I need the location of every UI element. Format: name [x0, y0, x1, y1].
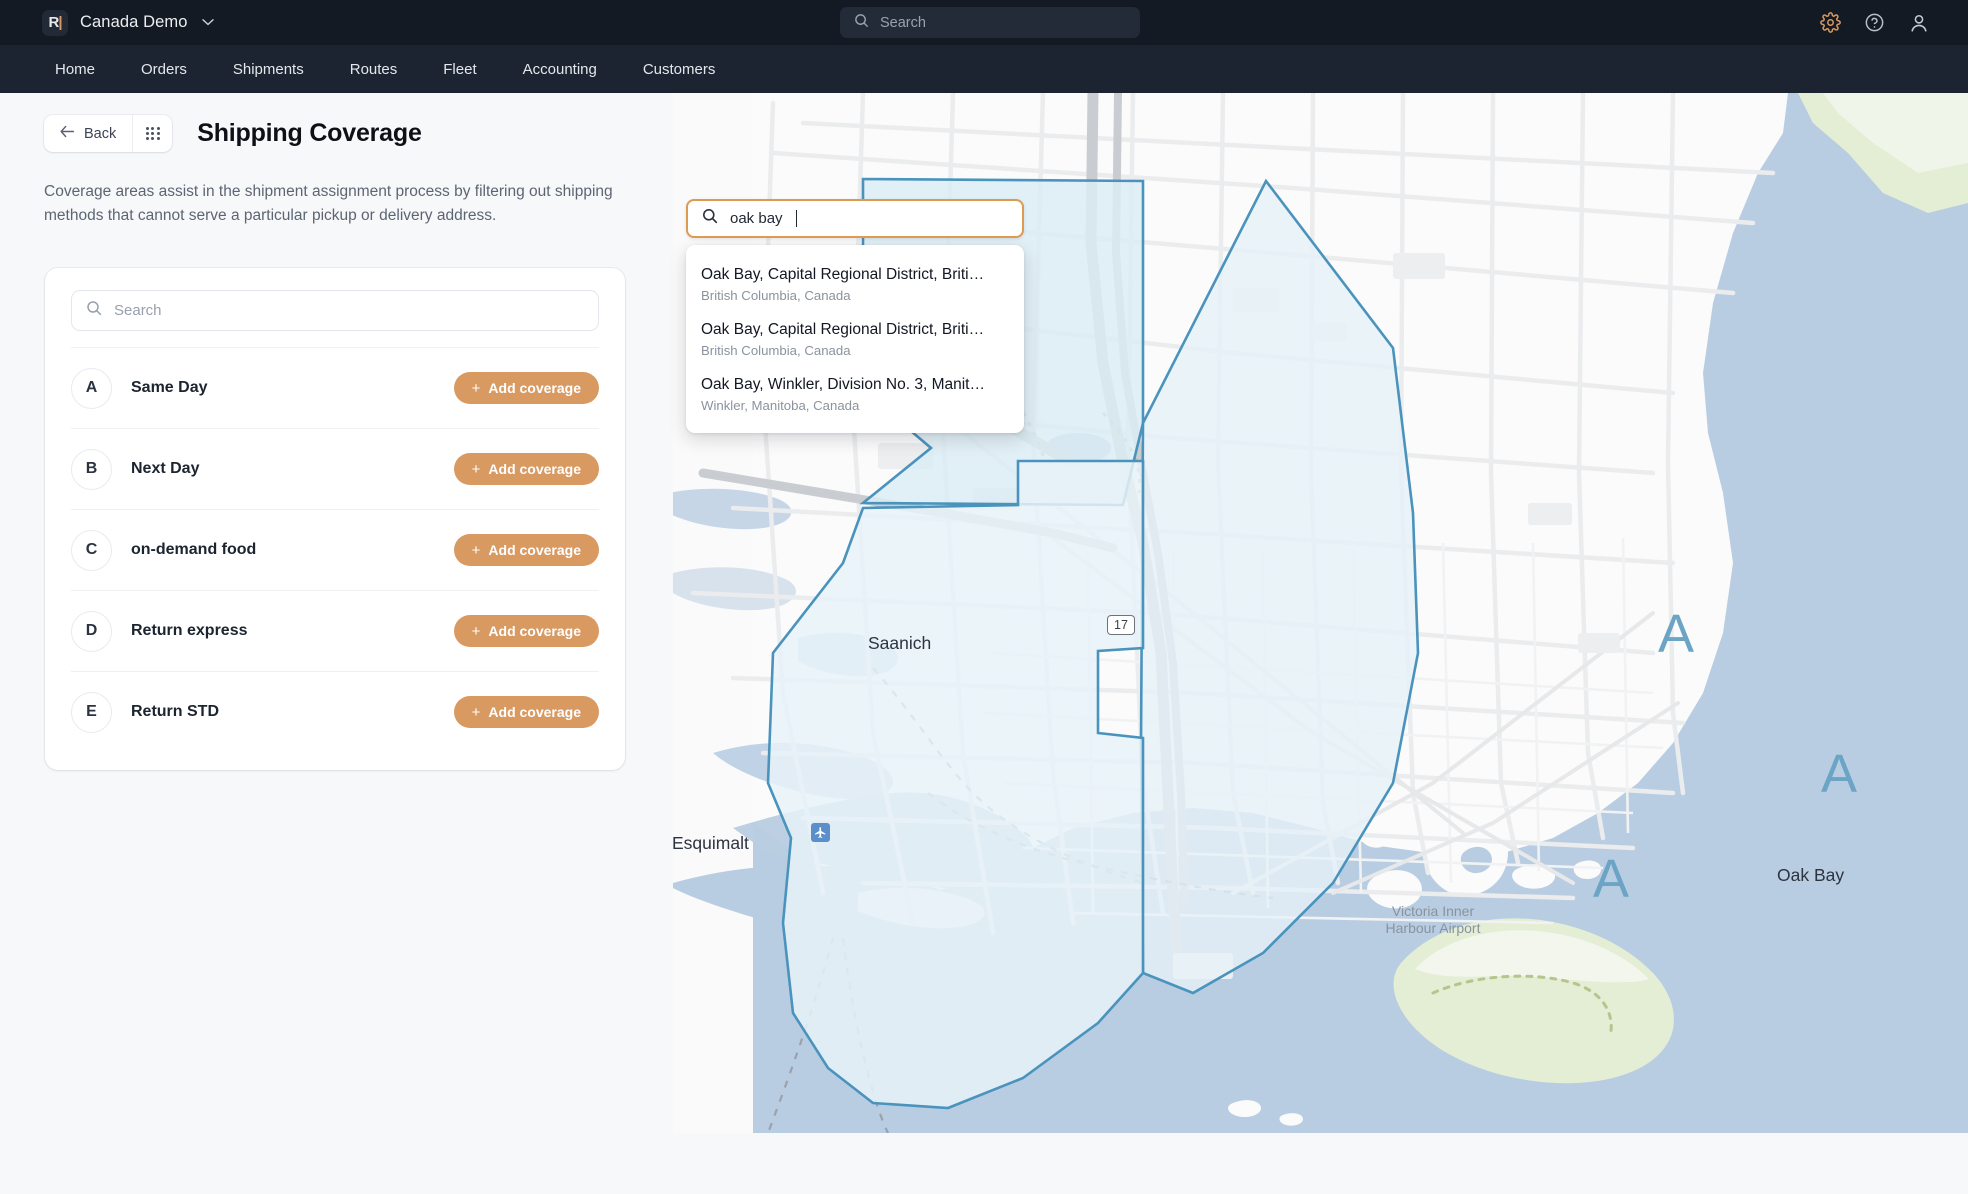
add-coverage-button[interactable]: + Add coverage	[454, 696, 599, 728]
table-row: A Same Day + Add coverage	[71, 347, 599, 428]
gear-icon[interactable]	[1820, 12, 1841, 33]
user-icon[interactable]	[1908, 12, 1930, 34]
help-icon[interactable]	[1864, 12, 1885, 33]
add-coverage-button[interactable]: + Add coverage	[454, 615, 599, 647]
row-label: Return express	[131, 622, 454, 640]
table-row: C on-demand food + Add coverage	[71, 509, 599, 590]
plus-icon: +	[472, 381, 481, 396]
table-row: B Next Day + Add coverage	[71, 428, 599, 509]
plus-icon: +	[472, 543, 481, 558]
search-result-item[interactable]: Oak Bay, Capital Regional District, Brit…	[686, 257, 1024, 312]
methods-search-input[interactable]: Search	[71, 290, 599, 331]
search-icon	[702, 208, 718, 229]
search-result-title: Oak Bay, Winkler, Division No. 3, Manit…	[701, 376, 1009, 394]
row-badge: E	[71, 692, 112, 733]
arrow-left-icon	[60, 125, 75, 142]
left-panel: Back Shipping Coverage Coverage areas as…	[0, 93, 673, 1194]
add-coverage-label: Add coverage	[488, 461, 581, 477]
nav-item-orders[interactable]: Orders	[118, 45, 210, 93]
plus-icon: +	[472, 462, 481, 477]
row-label: Next Day	[131, 460, 454, 478]
grid-icon	[146, 127, 160, 141]
map-search-results: Oak Bay, Capital Regional District, Brit…	[686, 245, 1024, 433]
row-badge: D	[71, 611, 112, 652]
search-icon	[854, 13, 869, 33]
apps-grid-button[interactable]	[132, 115, 172, 152]
nav-item-routes[interactable]: Routes	[327, 45, 421, 93]
shipping-methods-card: Search A Same Day + Add coverage B Next …	[45, 268, 625, 770]
search-result-subtitle: Winkler, Manitoba, Canada	[701, 398, 1009, 413]
add-coverage-label: Add coverage	[488, 704, 581, 720]
search-result-subtitle: British Columbia, Canada	[701, 343, 1009, 358]
row-label: Return STD	[131, 703, 454, 721]
add-coverage-button[interactable]: + Add coverage	[454, 534, 599, 566]
nav-item-shipments[interactable]: Shipments	[210, 45, 327, 93]
top-bar: R| Canada Demo Search	[0, 0, 1968, 45]
search-result-item[interactable]: Oak Bay, Capital Regional District, Brit…	[686, 312, 1024, 367]
search-result-subtitle: British Columbia, Canada	[701, 288, 1009, 303]
back-button-label: Back	[84, 126, 116, 142]
nav-item-fleet[interactable]: Fleet	[420, 45, 499, 93]
page-body: Back Shipping Coverage Coverage areas as…	[0, 93, 1968, 1194]
table-row: E Return STD + Add coverage	[71, 671, 599, 752]
plus-icon: +	[472, 705, 481, 720]
methods-search-placeholder: Search	[114, 302, 162, 319]
nav-item-home[interactable]: Home	[42, 45, 118, 93]
text-caret	[796, 210, 798, 227]
add-coverage-button[interactable]: + Add coverage	[454, 372, 599, 404]
global-search-input[interactable]: Search	[840, 7, 1140, 38]
add-coverage-label: Add coverage	[488, 542, 581, 558]
search-result-title: Oak Bay, Capital Regional District, Brit…	[701, 266, 1009, 284]
row-badge: C	[71, 530, 112, 571]
search-result-title: Oak Bay, Capital Regional District, Brit…	[701, 321, 1009, 339]
add-coverage-button[interactable]: + Add coverage	[454, 453, 599, 485]
plus-icon: +	[472, 624, 481, 639]
page-header: Back Shipping Coverage	[44, 115, 673, 152]
global-search-placeholder: Search	[880, 15, 926, 31]
workspace-name: Canada Demo	[80, 13, 188, 32]
nav-item-customers[interactable]: Customers	[620, 45, 739, 93]
chevron-down-icon	[202, 17, 214, 29]
back-button-group: Back	[44, 115, 172, 152]
main-navigation: Home Orders Shipments Routes Fleet Accou…	[0, 45, 1968, 93]
add-coverage-label: Add coverage	[488, 380, 581, 396]
row-badge: B	[71, 449, 112, 490]
table-row: D Return express + Add coverage	[71, 590, 599, 671]
top-bar-actions	[1820, 0, 1930, 45]
nav-item-accounting[interactable]: Accounting	[500, 45, 620, 93]
back-button[interactable]: Back	[44, 115, 132, 152]
map-search-input[interactable]: oak bay	[686, 199, 1024, 238]
search-result-item[interactable]: Oak Bay, Winkler, Division No. 3, Manit……	[686, 367, 1024, 422]
row-badge: A	[71, 368, 112, 409]
row-label: Same Day	[131, 379, 454, 397]
map-search-value: oak bay	[730, 210, 783, 227]
page-description: Coverage areas assist in the shipment as…	[44, 180, 622, 227]
row-label: on-demand food	[131, 541, 454, 559]
workspace-switcher[interactable]: R| Canada Demo	[42, 10, 214, 36]
add-coverage-label: Add coverage	[488, 623, 581, 639]
search-icon	[86, 300, 102, 321]
app-root: R| Canada Demo Search	[0, 0, 1968, 1194]
app-logo-icon: R|	[42, 10, 68, 36]
page-title: Shipping Coverage	[197, 119, 421, 148]
